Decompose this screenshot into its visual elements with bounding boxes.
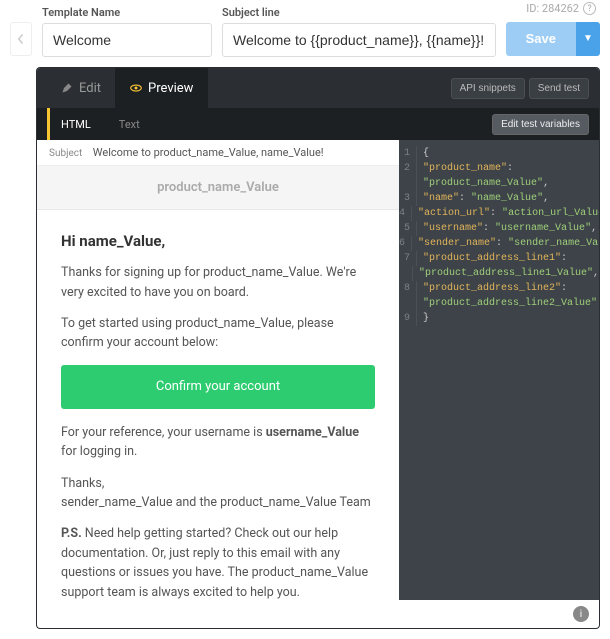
preview-paragraph-1: Thanks for signing up for product_name_V… (61, 263, 375, 302)
editor-panel: Edit Preview API snippets Send test HTML… (36, 67, 600, 629)
template-name-label: Template Name (42, 6, 212, 19)
save-group: Save ▼ (506, 22, 600, 56)
top-bar: ID: 284262 ? Template Name Subject line … (0, 0, 610, 67)
tab-preview[interactable]: Preview (116, 68, 208, 108)
save-dropdown-button[interactable]: ▼ (576, 22, 600, 56)
sub-tabs: HTML Text Edit test variables (37, 108, 599, 140)
preview-greeting: Hi name_Value, (61, 230, 375, 253)
subtab-text[interactable]: Text (105, 108, 154, 140)
main-tabs: Edit Preview API snippets Send test (37, 68, 599, 108)
help-icon[interactable]: ? (583, 2, 596, 15)
subtab-html[interactable]: HTML (47, 108, 105, 140)
var-product-name: "product_name_Value" (423, 176, 543, 191)
subject-line-label: Subject line (222, 6, 496, 19)
preview-signoff: Thanks, sender_name_Value and the produc… (61, 474, 375, 513)
preview-paragraph-3: For your reference, your username is use… (61, 423, 375, 462)
template-name-input[interactable] (42, 23, 212, 57)
save-button[interactable]: Save (506, 22, 576, 56)
subject-line-input[interactable] (222, 23, 496, 57)
template-id: ID: 284262 ? (526, 2, 596, 15)
preview-subject-value: Welcome to product_name_Value, name_Valu… (93, 146, 324, 159)
preview-subject-label: Subject (49, 148, 82, 159)
subject-line-field: Subject line (222, 6, 496, 57)
back-button[interactable] (10, 22, 32, 56)
edit-test-variables-button[interactable]: Edit test variables (492, 114, 589, 135)
api-snippets-button[interactable]: API snippets (451, 78, 525, 99)
chevron-left-icon (17, 33, 25, 45)
confirm-account-button[interactable]: Confirm your account (61, 365, 375, 409)
preview-paragraph-2: To get started using product_name_Value,… (61, 314, 375, 353)
preview-subject-bar: Subject Welcome to product_name_Value, n… (37, 140, 399, 166)
email-preview-pane: Subject Welcome to product_name_Value, n… (37, 140, 399, 600)
panel-footer: i (37, 600, 599, 628)
preview-email-body: Hi name_Value, Thanks for signing up for… (37, 210, 399, 600)
preview-brand-header: product_name_Value (37, 166, 399, 210)
send-test-button[interactable]: Send test (529, 78, 589, 99)
info-icon[interactable]: i (573, 606, 589, 622)
tab-edit[interactable]: Edit (47, 68, 116, 108)
content-row: Subject Welcome to product_name_Value, n… (37, 140, 599, 600)
variables-json-pane[interactable]: 1{ 2 "product_name": "product_name_Value… (399, 140, 599, 600)
pencil-icon (61, 82, 73, 94)
template-name-field: Template Name (42, 6, 212, 57)
eye-icon (130, 82, 142, 94)
preview-ps: P.S. Need help getting started? Check ou… (61, 524, 375, 600)
